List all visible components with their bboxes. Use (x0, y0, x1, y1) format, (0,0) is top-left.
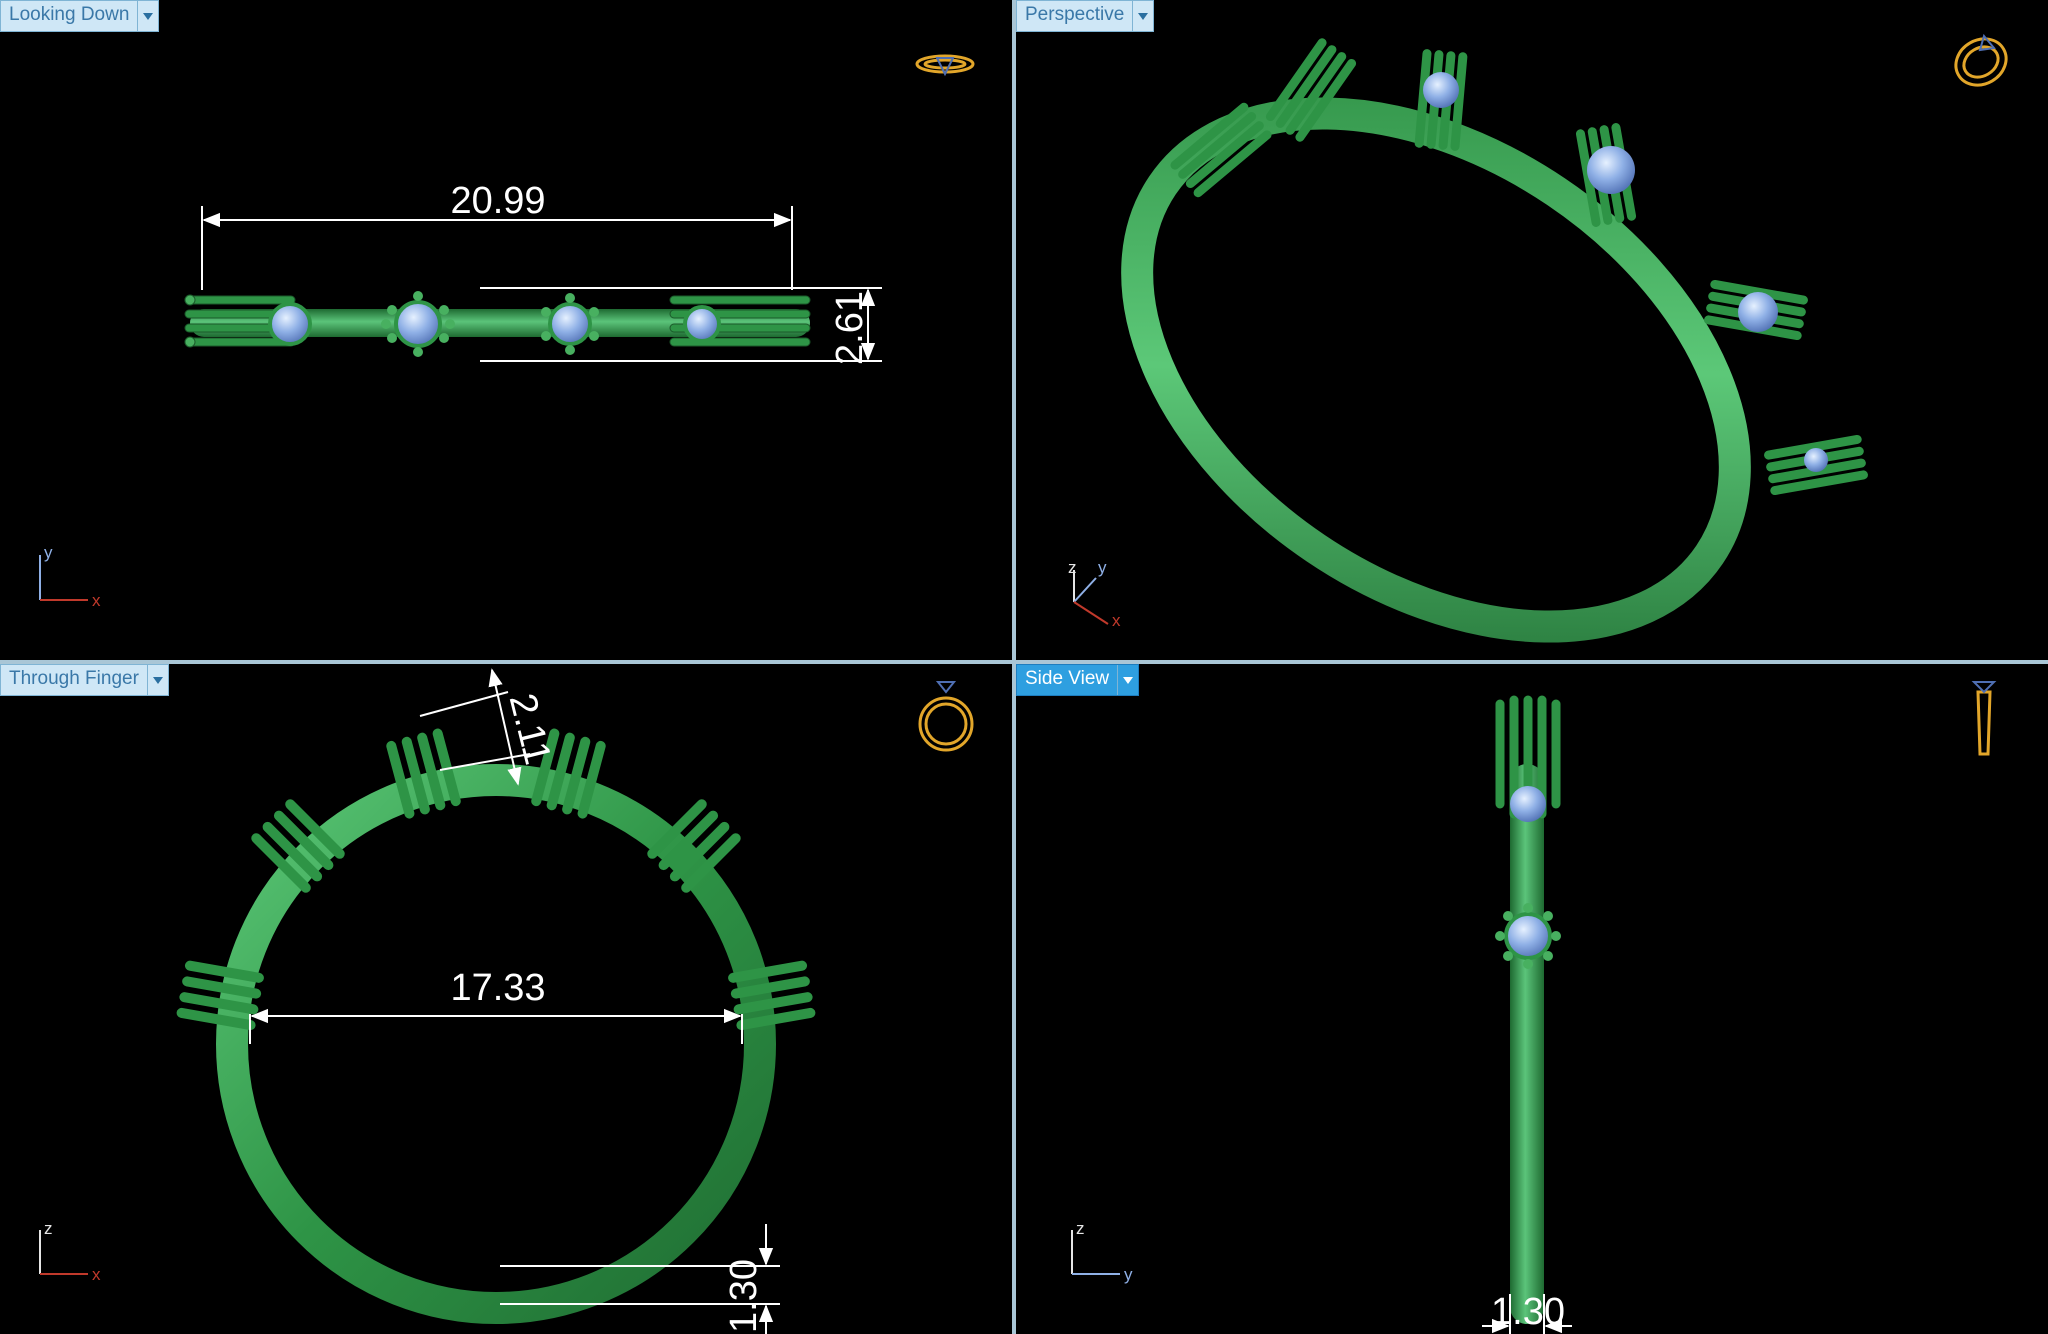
ring-band-side-view (1510, 764, 1544, 1324)
chevron-down-icon[interactable] (146, 665, 168, 695)
ring-orientation-icon[interactable] (1971, 681, 1997, 756)
dimension-height-value: 2.61 (829, 291, 871, 365)
axis-label-y: y (44, 543, 53, 562)
dimension-bottom-value: 1.30 (723, 1259, 765, 1333)
viewport-label: Side View (1025, 668, 1110, 689)
axis-label-z: z (1076, 1219, 1085, 1238)
chevron-down-icon[interactable] (137, 1, 158, 31)
ring-orientation-icon[interactable] (918, 681, 974, 752)
dimension-diameter (249, 1008, 743, 1044)
axis-label-z: z (44, 1219, 53, 1238)
dimension-bottom-value: 1.30 (1491, 1291, 1565, 1333)
axis-label-y: y (1124, 1265, 1133, 1284)
viewport-looking-down[interactable]: 20.99 2.61 y x Looking Down (0, 0, 1012, 660)
viewport-menu-side-view[interactable]: Side View (1016, 664, 1140, 696)
dimension-diameter-value: 17.33 (450, 967, 545, 1009)
axis-label-y: y (1098, 558, 1107, 577)
chevron-down-icon[interactable] (1132, 1, 1153, 31)
prong-clusters-perspective (1170, 38, 1868, 496)
viewport-menu-perspective[interactable]: Perspective (1016, 0, 1155, 32)
axis-label-x: x (1112, 611, 1121, 630)
viewport-divider-vertical[interactable] (1012, 0, 1016, 1334)
viewport-label: Perspective (1025, 4, 1125, 25)
viewport-perspective[interactable]: z y x Perspective (1016, 0, 2048, 660)
viewport-menu-through-finger[interactable]: Through Finger (0, 664, 169, 696)
chevron-down-icon[interactable] (1117, 665, 1138, 695)
axis-indicator (1073, 570, 1109, 625)
viewport-through-finger[interactable]: 17.33 2.11 1.30 z x Through Finger (0, 664, 1012, 1334)
viewport-divider-horizontal[interactable] (0, 660, 2048, 664)
ring-orientation-icon[interactable] (1947, 30, 2014, 94)
viewport-menu-looking-down[interactable]: Looking Down (0, 0, 160, 32)
ring-orientation-icon[interactable] (915, 54, 975, 77)
dimension-width-value: 20.99 (450, 180, 545, 222)
viewport-label: Through Finger (9, 668, 139, 689)
viewport-label: Looking Down (9, 4, 130, 25)
gems-perspective (1423, 72, 1828, 472)
axis-label-x: x (92, 1265, 101, 1284)
axis-label-x: x (92, 591, 101, 610)
axis-label-z: z (1068, 558, 1077, 577)
ring-band-front-view (216, 764, 776, 1324)
viewport-side-view[interactable]: 1.30 z y Side View (1016, 664, 2048, 1334)
